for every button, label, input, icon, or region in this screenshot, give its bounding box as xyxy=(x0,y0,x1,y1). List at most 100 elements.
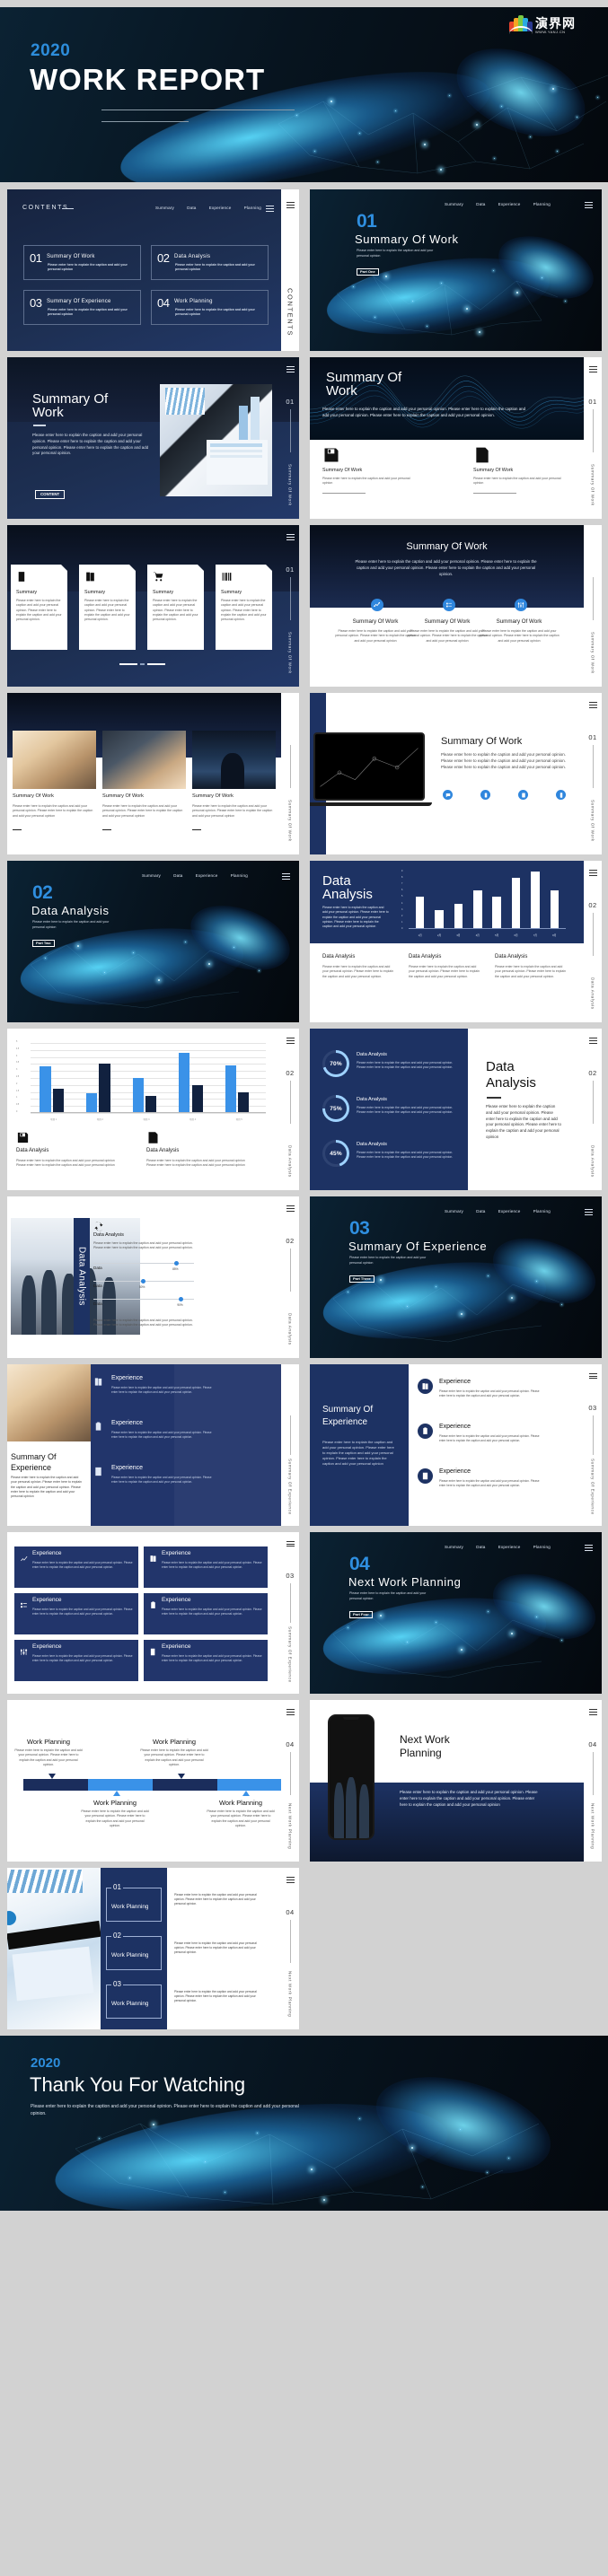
nav-item-summary[interactable]: Summary xyxy=(445,1545,463,1549)
timeline-title: Work Planning xyxy=(219,1799,262,1807)
bar-chart: 9 8 7 6 5 4 3 2 1 0 1月 2月 3月 4月 5月 6月 7月 8月 xyxy=(401,868,568,940)
nav-item-data[interactable]: Data xyxy=(476,1209,486,1214)
slide-title-line2: Planning xyxy=(400,1747,442,1759)
nav-item-experience[interactable]: Experience xyxy=(498,1545,521,1549)
laptop-mockup xyxy=(310,732,432,806)
carousel-dot[interactable] xyxy=(140,663,145,665)
summary-card[interactable]: Summary Please enter here to explain the… xyxy=(216,565,272,650)
step-number: 02 xyxy=(111,1932,123,1940)
hamburger-menu-icon[interactable] xyxy=(286,202,295,208)
hamburger-menu-icon[interactable] xyxy=(286,1541,295,1547)
hamburger-menu-icon[interactable] xyxy=(588,1038,597,1044)
grid-line xyxy=(31,1043,266,1044)
nav-item-planning[interactable]: Planning xyxy=(533,202,551,206)
experience-card[interactable]: Experience Please enter here to explain … xyxy=(144,1546,268,1588)
cover-year: 2020 xyxy=(31,41,71,60)
hamburger-menu-icon[interactable] xyxy=(286,702,295,708)
contents-item-04[interactable]: 04 Work Planning Please enter here to ex… xyxy=(151,290,269,325)
slide-experience-photo: Summary Of Experience Please enter here … xyxy=(7,1364,299,1526)
experience-card[interactable]: Experience Please enter here to explain … xyxy=(144,1640,268,1681)
top-nav[interactable]: Summary Data Experience Planning xyxy=(142,873,248,878)
nav-item-planning[interactable]: Planning xyxy=(533,1545,551,1549)
hamburger-menu-icon[interactable] xyxy=(286,1373,295,1380)
book-icon xyxy=(149,1551,157,1567)
top-nav[interactable]: Summary Data Experience Planning xyxy=(155,206,261,210)
slider-knob[interactable] xyxy=(174,1261,180,1266)
nav-item-planning[interactable]: Planning xyxy=(244,206,261,210)
experience-card[interactable]: Experience Please enter here to explain … xyxy=(14,1640,138,1681)
slider-track[interactable] xyxy=(93,1263,194,1265)
sidebar-number: 04 xyxy=(588,1740,597,1748)
hamburger-menu-icon[interactable] xyxy=(585,1209,593,1215)
y-tick: 1 xyxy=(401,920,403,924)
experience-card[interactable]: Experience Please enter here to explain … xyxy=(144,1593,268,1634)
nav-item-data[interactable]: Data xyxy=(173,873,183,878)
hamburger-menu-icon[interactable] xyxy=(588,534,597,540)
summary-card[interactable]: Summary Please enter here to explain the… xyxy=(147,565,204,650)
hamburger-menu-icon[interactable] xyxy=(286,1205,295,1212)
bar xyxy=(238,1091,250,1113)
card-title: Summary Of Work xyxy=(322,468,363,473)
summary-card[interactable]: Summary Please enter here to explain the… xyxy=(11,565,67,650)
mobile-icon[interactable] xyxy=(556,790,566,800)
sidebar-label: Next Work Planning xyxy=(590,1802,595,1849)
experience-card[interactable]: Experience Please enter here to explain … xyxy=(14,1593,138,1634)
top-nav[interactable]: Summary Data Experience Planning xyxy=(445,1545,551,1549)
phone-icon[interactable] xyxy=(480,790,490,800)
content-button[interactable]: CONTENT xyxy=(35,489,66,499)
hamburger-menu-icon[interactable] xyxy=(588,702,597,708)
nav-item-planning[interactable]: Planning xyxy=(533,1209,551,1214)
hamburger-menu-icon[interactable] xyxy=(588,1373,597,1380)
slide-sidebar: 01 Summary Of Work xyxy=(281,525,299,687)
bar xyxy=(225,1065,237,1113)
nav-item-data[interactable]: Data xyxy=(476,202,486,206)
top-nav[interactable]: Summary Data Experience Planning xyxy=(445,1209,551,1214)
nav-item-planning[interactable]: Planning xyxy=(231,873,248,878)
sliders-icon xyxy=(515,599,527,611)
hamburger-menu-icon[interactable] xyxy=(588,1709,597,1715)
tablet-icon[interactable] xyxy=(518,790,528,800)
summary-card[interactable]: Summary Please enter here to explain the… xyxy=(79,565,136,650)
hamburger-menu-icon[interactable] xyxy=(588,870,597,876)
hamburger-menu-icon[interactable] xyxy=(585,202,593,208)
item-rule xyxy=(13,829,22,830)
nav-item-experience[interactable]: Experience xyxy=(498,202,521,206)
nav-item-summary[interactable]: Summary xyxy=(445,202,463,206)
donut-chart: 75% xyxy=(322,1095,349,1122)
hamburger-menu-icon[interactable] xyxy=(286,534,295,540)
nav-item-summary[interactable]: Summary xyxy=(142,873,161,878)
contents-item-02[interactable]: 02 Data Analysis Please enter here to ex… xyxy=(151,245,269,280)
nav-item-summary[interactable]: Summary xyxy=(155,206,174,210)
nav-item-summary[interactable]: Summary xyxy=(445,1209,463,1214)
nav-item-data[interactable]: Data xyxy=(476,1545,486,1549)
carousel-dot[interactable] xyxy=(119,663,137,665)
item-desc: Please enter here to explain the caption… xyxy=(439,1479,540,1487)
slider-knob[interactable] xyxy=(179,1297,184,1302)
x-tick: 3月 xyxy=(456,934,461,937)
carousel-dot[interactable] xyxy=(147,663,165,665)
grid-line xyxy=(31,1056,266,1058)
top-nav[interactable]: Summary Data Experience Planning xyxy=(445,202,551,206)
item-title: Experience xyxy=(439,1468,471,1475)
hamburger-menu-icon[interactable] xyxy=(588,366,597,372)
hamburger-menu-icon[interactable] xyxy=(585,1545,593,1551)
hamburger-menu-icon[interactable] xyxy=(286,366,295,372)
nav-item-experience[interactable]: Experience xyxy=(209,206,232,210)
hamburger-menu-icon[interactable] xyxy=(286,1709,295,1715)
hamburger-menu-icon[interactable] xyxy=(266,206,274,212)
slide-sidebar: 04 Next Work Planning xyxy=(281,1868,299,2029)
contents-item-03[interactable]: 03 Summary Of Experience Please enter he… xyxy=(23,290,141,325)
hamburger-menu-icon[interactable] xyxy=(282,873,290,880)
nav-item-data[interactable]: Data xyxy=(187,206,197,210)
hamburger-menu-icon[interactable] xyxy=(286,1038,295,1044)
book-icon xyxy=(93,1375,103,1391)
experience-card[interactable]: Experience Please enter here to explain … xyxy=(14,1546,138,1588)
chat-icon[interactable] xyxy=(443,790,453,800)
nav-item-experience[interactable]: Experience xyxy=(498,1209,521,1214)
bar xyxy=(145,1096,157,1113)
nav-item-experience[interactable]: Experience xyxy=(196,873,218,878)
hamburger-menu-icon[interactable] xyxy=(286,1877,295,1883)
slider-group[interactable]: Data 85% Data 50% Data 90% xyxy=(93,1261,199,1317)
slider-knob[interactable] xyxy=(141,1279,145,1284)
contents-item-01[interactable]: 01 Summary Of Work Please enter here to … xyxy=(23,245,141,280)
